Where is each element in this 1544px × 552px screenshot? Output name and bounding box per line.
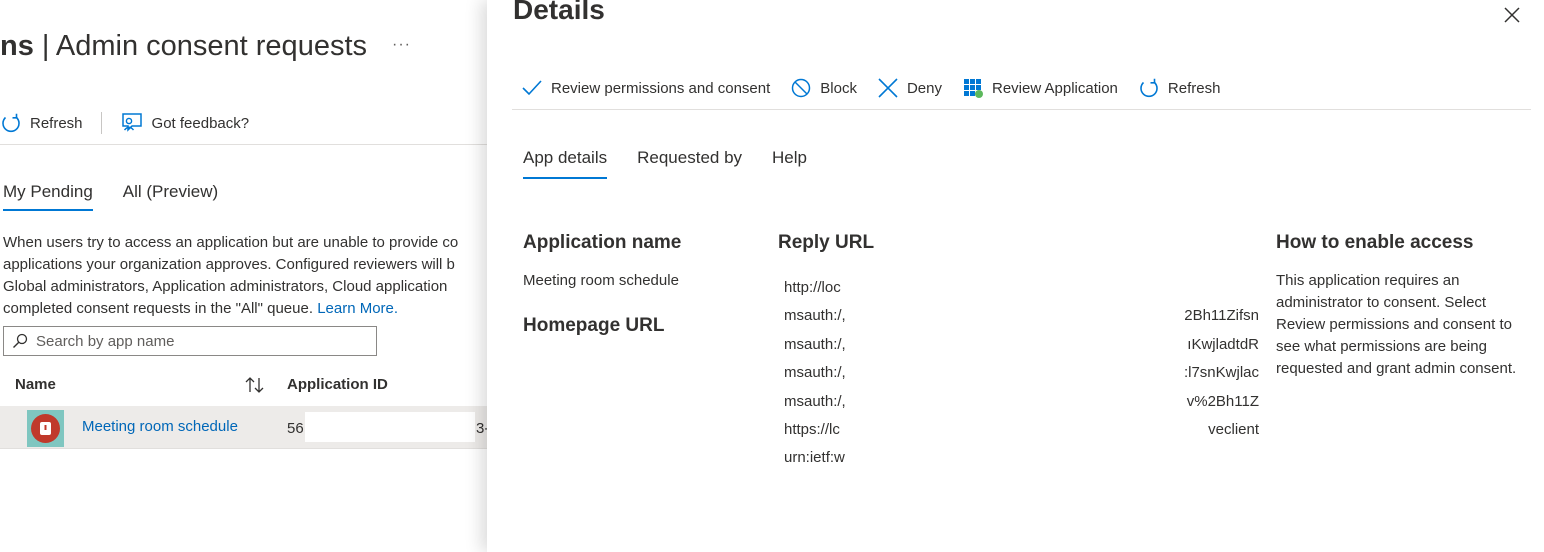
background-blade: ns | Admin consent requests ··· Refresh … — [0, 0, 487, 552]
panel-toolbar: Review permissions and consent Block Den… — [521, 74, 1220, 102]
column-header-app-id[interactable]: Application ID — [287, 376, 388, 393]
search-input[interactable] — [34, 331, 358, 351]
learn-more-link[interactable]: Learn More. — [317, 300, 398, 317]
panel-tabs: App details Requested by Help — [523, 148, 807, 179]
deny-label: Deny — [906, 79, 942, 97]
details-panel: Details Review permissions and consent B… — [487, 0, 1544, 552]
column-header-name[interactable]: Name — [15, 376, 56, 393]
reply-url-item: msauth:/,:l7snKwjlac — [784, 364, 1259, 382]
background-toolbar: Refresh Got feedback? — [0, 108, 249, 138]
how-to-enable-text: This application requires an administrat… — [1276, 272, 1517, 377]
review-permissions-label: Review permissions and consent — [551, 79, 771, 97]
deny-x-icon — [877, 77, 899, 99]
how-to-enable-heading: How to enable access — [1276, 232, 1474, 253]
tab-all-preview[interactable]: All (Preview) — [123, 182, 218, 211]
app-name-link[interactable]: Meeting room schedule — [82, 418, 238, 435]
panel-title: Details — [513, 0, 605, 25]
description-line: applications your organization approves.… — [3, 256, 455, 273]
panel-refresh-button[interactable]: Refresh — [1138, 77, 1221, 99]
refresh-icon — [0, 112, 22, 134]
block-icon — [790, 77, 812, 99]
app-logo-circle — [31, 414, 60, 443]
app-icon — [27, 410, 64, 447]
reply-url-item: http://loc — [784, 279, 841, 296]
tab-help[interactable]: Help — [772, 148, 807, 179]
page-title: ns | Admin consent requests — [0, 30, 368, 62]
checkmark-icon — [521, 78, 543, 98]
table-row[interactable]: Meeting room schedule 56 3- — [0, 406, 487, 449]
reply-url-item: urn:ietf:w — [784, 449, 845, 467]
description: When users try to access an application … — [3, 232, 487, 320]
refresh-button[interactable]: Refresh — [0, 112, 83, 134]
search-box[interactable] — [3, 326, 377, 356]
description-line: When users try to access an application … — [3, 234, 459, 251]
tab-my-pending[interactable]: My Pending — [3, 182, 93, 211]
panel-refresh-label: Refresh — [1167, 79, 1221, 97]
review-application-button[interactable]: Review Application — [962, 77, 1118, 99]
feedback-label: Got feedback? — [151, 114, 250, 132]
toolbar-divider — [100, 112, 102, 134]
reply-url-item: msauth:/, 2Bh11Zifsn — [784, 307, 1259, 325]
toolbar-divider-line — [0, 144, 487, 145]
reply-url-item: https://lc veclient — [784, 420, 1259, 438]
redacted-region — [305, 412, 475, 442]
application-name-heading: Application name — [523, 232, 682, 253]
panel-toolbar-divider — [512, 109, 1531, 110]
app-grid-icon — [962, 77, 984, 99]
search-icon — [12, 333, 28, 349]
close-icon — [1501, 4, 1523, 26]
close-button[interactable] — [1501, 4, 1523, 26]
deny-button[interactable]: Deny — [877, 77, 942, 99]
tab-requested-by[interactable]: Requested by — [637, 148, 742, 179]
block-label: Block — [820, 79, 857, 97]
reply-url-heading: Reply URL — [778, 232, 875, 253]
reply-url-list: http://loc msauth:/, 2Bh11Zifsn msauth:/,… — [784, 273, 1259, 472]
more-options-button[interactable]: ··· — [392, 36, 411, 54]
block-button[interactable]: Block — [790, 77, 857, 99]
background-tabs: My Pending All (Preview) — [3, 182, 218, 211]
reply-url-item: msauth:/, ıKwjladtdR — [784, 335, 1259, 353]
homepage-url-heading: Homepage URL — [523, 315, 665, 336]
tab-app-details[interactable]: App details — [523, 148, 608, 179]
app-id-start: 56 — [287, 420, 304, 437]
refresh-label: Refresh — [30, 114, 83, 132]
feedback-button[interactable]: Got feedback? — [120, 112, 250, 134]
app-id-end: 3- — [476, 420, 487, 437]
review-application-label: Review Application — [992, 79, 1118, 97]
sort-icon[interactable] — [244, 376, 266, 394]
application-name-value: Meeting room schedule — [523, 272, 679, 289]
description-line: Global administrators, Application admin… — [3, 278, 448, 295]
reply-url-item: msauth:/, v%2Bh11Z — [784, 392, 1259, 410]
review-permissions-button[interactable]: Review permissions and consent — [521, 78, 770, 98]
description-line: completed consent requests in the "All" … — [3, 300, 399, 317]
feedback-icon — [120, 112, 144, 134]
refresh-icon — [1138, 77, 1160, 99]
